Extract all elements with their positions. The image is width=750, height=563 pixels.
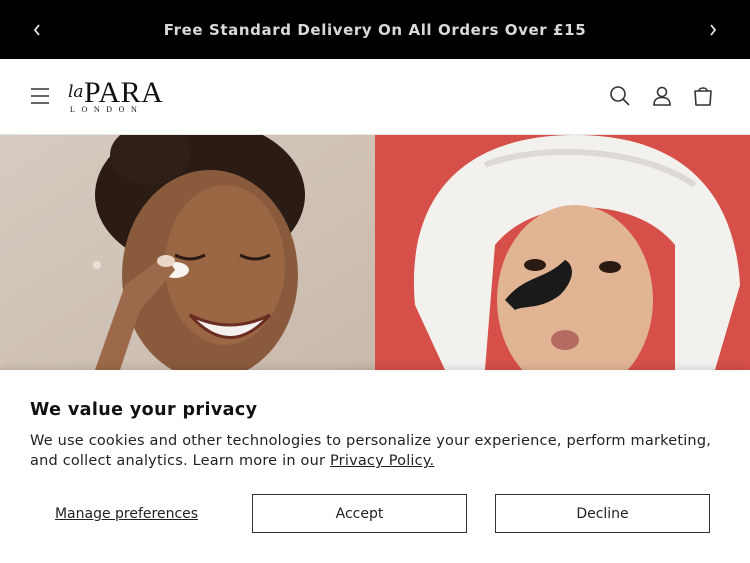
- logo-sub: LONDON: [70, 105, 144, 114]
- menu-icon: [31, 88, 49, 104]
- search-icon: [610, 86, 630, 106]
- site-logo[interactable]: la PARA LONDON: [68, 78, 180, 116]
- hero-image-left[interactable]: [0, 135, 375, 370]
- accept-button[interactable]: Accept: [252, 494, 467, 533]
- decline-button[interactable]: Decline: [495, 494, 710, 533]
- search-button[interactable]: [607, 83, 633, 109]
- logo-main: PARA: [84, 76, 164, 109]
- logo-script: la: [68, 82, 84, 102]
- cookie-body: We use cookies and other technologies to…: [30, 431, 730, 471]
- hero-image-right[interactable]: [375, 135, 750, 370]
- announcement-next-button[interactable]: [697, 14, 729, 46]
- chevron-left-icon: [33, 24, 40, 36]
- cart-icon: [694, 87, 712, 106]
- account-icon: [653, 86, 671, 106]
- account-button[interactable]: [649, 83, 675, 109]
- announcement-bar: Free Standard Delivery On All Orders Ove…: [0, 0, 750, 59]
- hero-banner: [0, 135, 750, 370]
- cart-button[interactable]: [690, 83, 716, 109]
- chevron-right-icon: [710, 24, 717, 36]
- face-cream-photo: [0, 135, 375, 370]
- menu-button[interactable]: [28, 84, 52, 108]
- site-header: la PARA LONDON: [0, 59, 750, 135]
- nose-strip-photo: [375, 135, 750, 370]
- announcement-prev-button[interactable]: [21, 14, 53, 46]
- announcement-text: Free Standard Delivery On All Orders Ove…: [163, 20, 587, 39]
- cookie-title: We value your privacy: [30, 400, 258, 420]
- cookie-banner: We value your privacy We use cookies and…: [0, 370, 750, 563]
- manage-preferences-button[interactable]: Manage preferences: [30, 495, 223, 533]
- privacy-policy-link[interactable]: Privacy Policy.: [330, 453, 434, 469]
